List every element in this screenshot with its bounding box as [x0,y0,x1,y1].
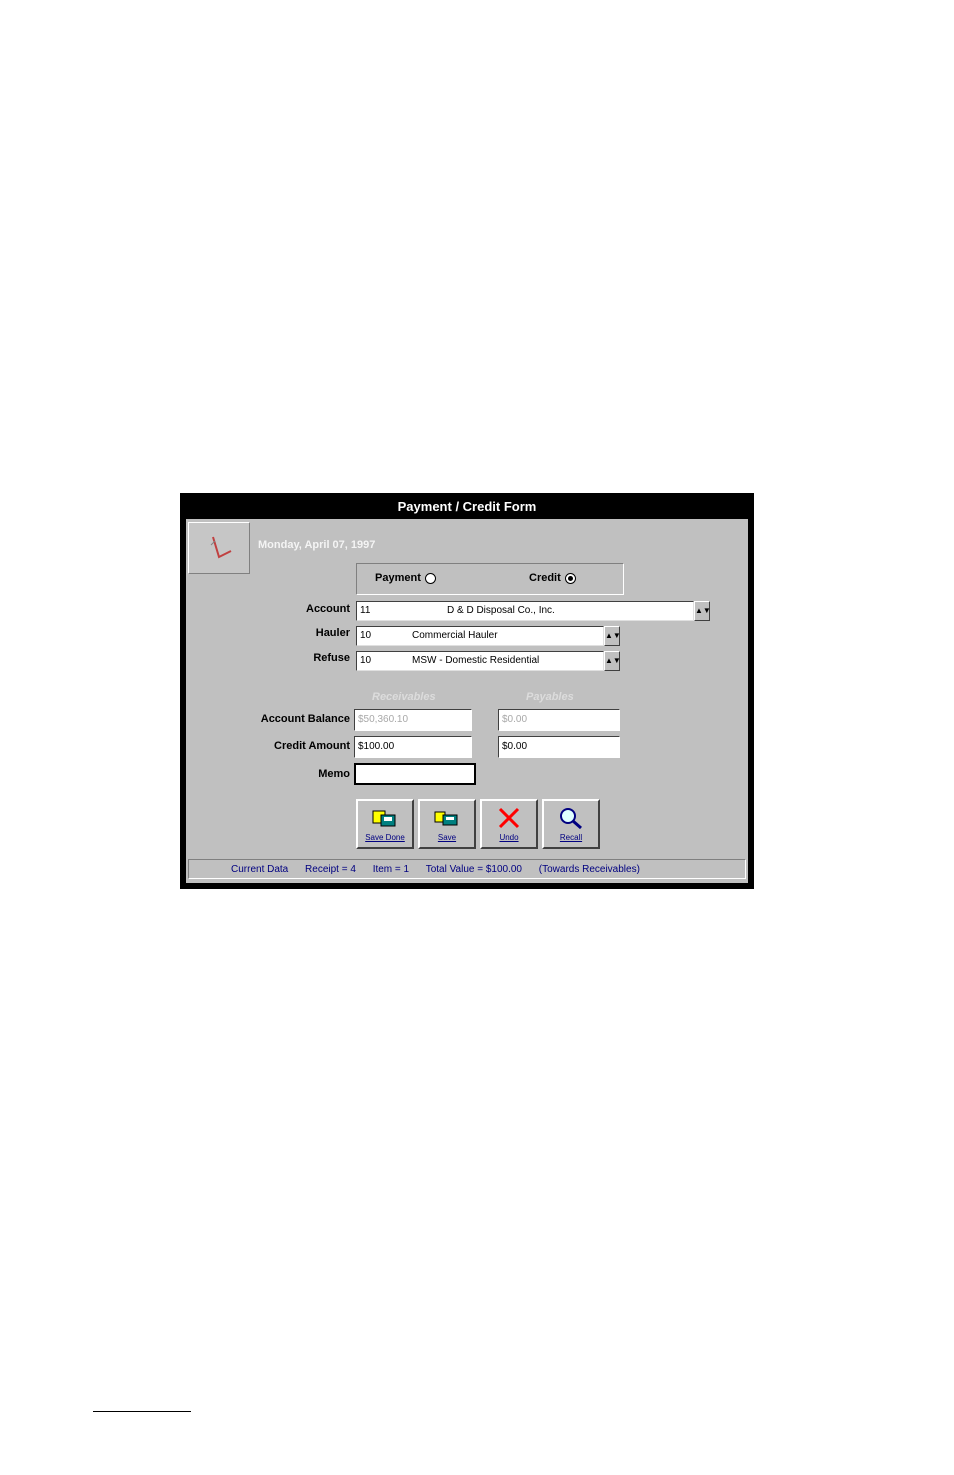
credit-amount-label: Credit Amount [274,740,350,752]
hauler-code: 10 [360,630,372,641]
payment-credit-radio-group: Payment Credit [356,563,624,595]
recall-button[interactable]: Recall [542,799,600,849]
account-name: D & D Disposal Co., Inc. [447,605,555,616]
refuse-dropdown-button[interactable]: ▲▼ [604,651,621,671]
credit-radio-circle[interactable] [564,572,576,584]
memo-label: Memo [318,768,350,780]
hauler-label: Hauler [315,627,350,639]
payment-radio-label: Payment [375,572,421,584]
status-bar: Current Data Receipt = 4 Item = 1 Total … [188,859,746,879]
account-label: Account [306,603,350,615]
checkmark-icon [210,536,232,559]
status-towards: (Towards Receivables) [538,864,640,875]
save-label: Save [437,833,457,842]
save-icon [434,811,458,826]
account-balance-receivables: $50,360.10 [354,709,472,731]
account-code: 11 [360,605,371,616]
form-logo [188,522,250,574]
status-receipt: Receipt = 4 [305,864,356,875]
payment-credit-window: Payment / Credit Form Monday, April 07, … [180,493,754,889]
payment-radio-circle[interactable] [424,572,436,584]
payment-radio[interactable]: Payment [375,572,436,584]
recall-magnifier-icon [560,808,582,829]
refuse-code: 10 [360,655,372,666]
payables-header: Payables [526,691,574,703]
dropdown-arrow-icon: ▲▼ [605,631,621,640]
form-client-area: Monday, April 07, 1997 Payment Credit Ac… [186,519,748,883]
save-done-button[interactable]: Save Done [356,799,414,849]
account-balance-payables: $0.00 [498,709,620,731]
save-done-icon [372,810,396,827]
hauler-dropdown-button[interactable]: ▲▼ [604,626,621,646]
hauler-name: Commercial Hauler [412,630,498,641]
window-title: Payment / Credit Form [397,499,537,514]
refuse-combo[interactable]: 10 MSW - Domestic Residential [356,651,604,671]
memo-input[interactable] [354,763,476,785]
undo-button[interactable]: Undo [480,799,538,849]
undo-label: Undo [499,833,519,842]
status-current: Current Data [231,864,289,875]
dropdown-arrow-icon: ▲▼ [605,656,621,665]
credit-radio[interactable]: Credit [529,572,576,584]
refuse-name: MSW - Domestic Residential [412,655,540,666]
status-item: Item = 1 [372,864,410,875]
undo-x-icon [498,807,520,829]
hauler-combo[interactable]: 10 Commercial Hauler [356,626,604,646]
dropdown-arrow-icon: ▲▼ [695,606,711,615]
receivables-header: Receivables [372,691,436,703]
recall-label: Recall [559,833,583,842]
current-date: Monday, April 07, 1997 [258,539,376,551]
account-combo[interactable]: 11 D & D Disposal Co., Inc. [356,601,694,621]
account-dropdown-button[interactable]: ▲▼ [694,601,711,621]
save-done-label: Save Done [365,833,405,842]
save-button[interactable]: Save [418,799,476,849]
credit-radio-label: Credit [529,572,561,584]
status-total: Total Value = $100.00 [425,864,522,875]
credit-amount-receivables-input[interactable]: $100.00 [354,736,472,758]
account-balance-label: Account Balance [260,713,350,725]
footnote-rule [93,1411,191,1412]
credit-amount-payables-input[interactable]: $0.00 [498,736,620,758]
refuse-label: Refuse [313,652,350,664]
